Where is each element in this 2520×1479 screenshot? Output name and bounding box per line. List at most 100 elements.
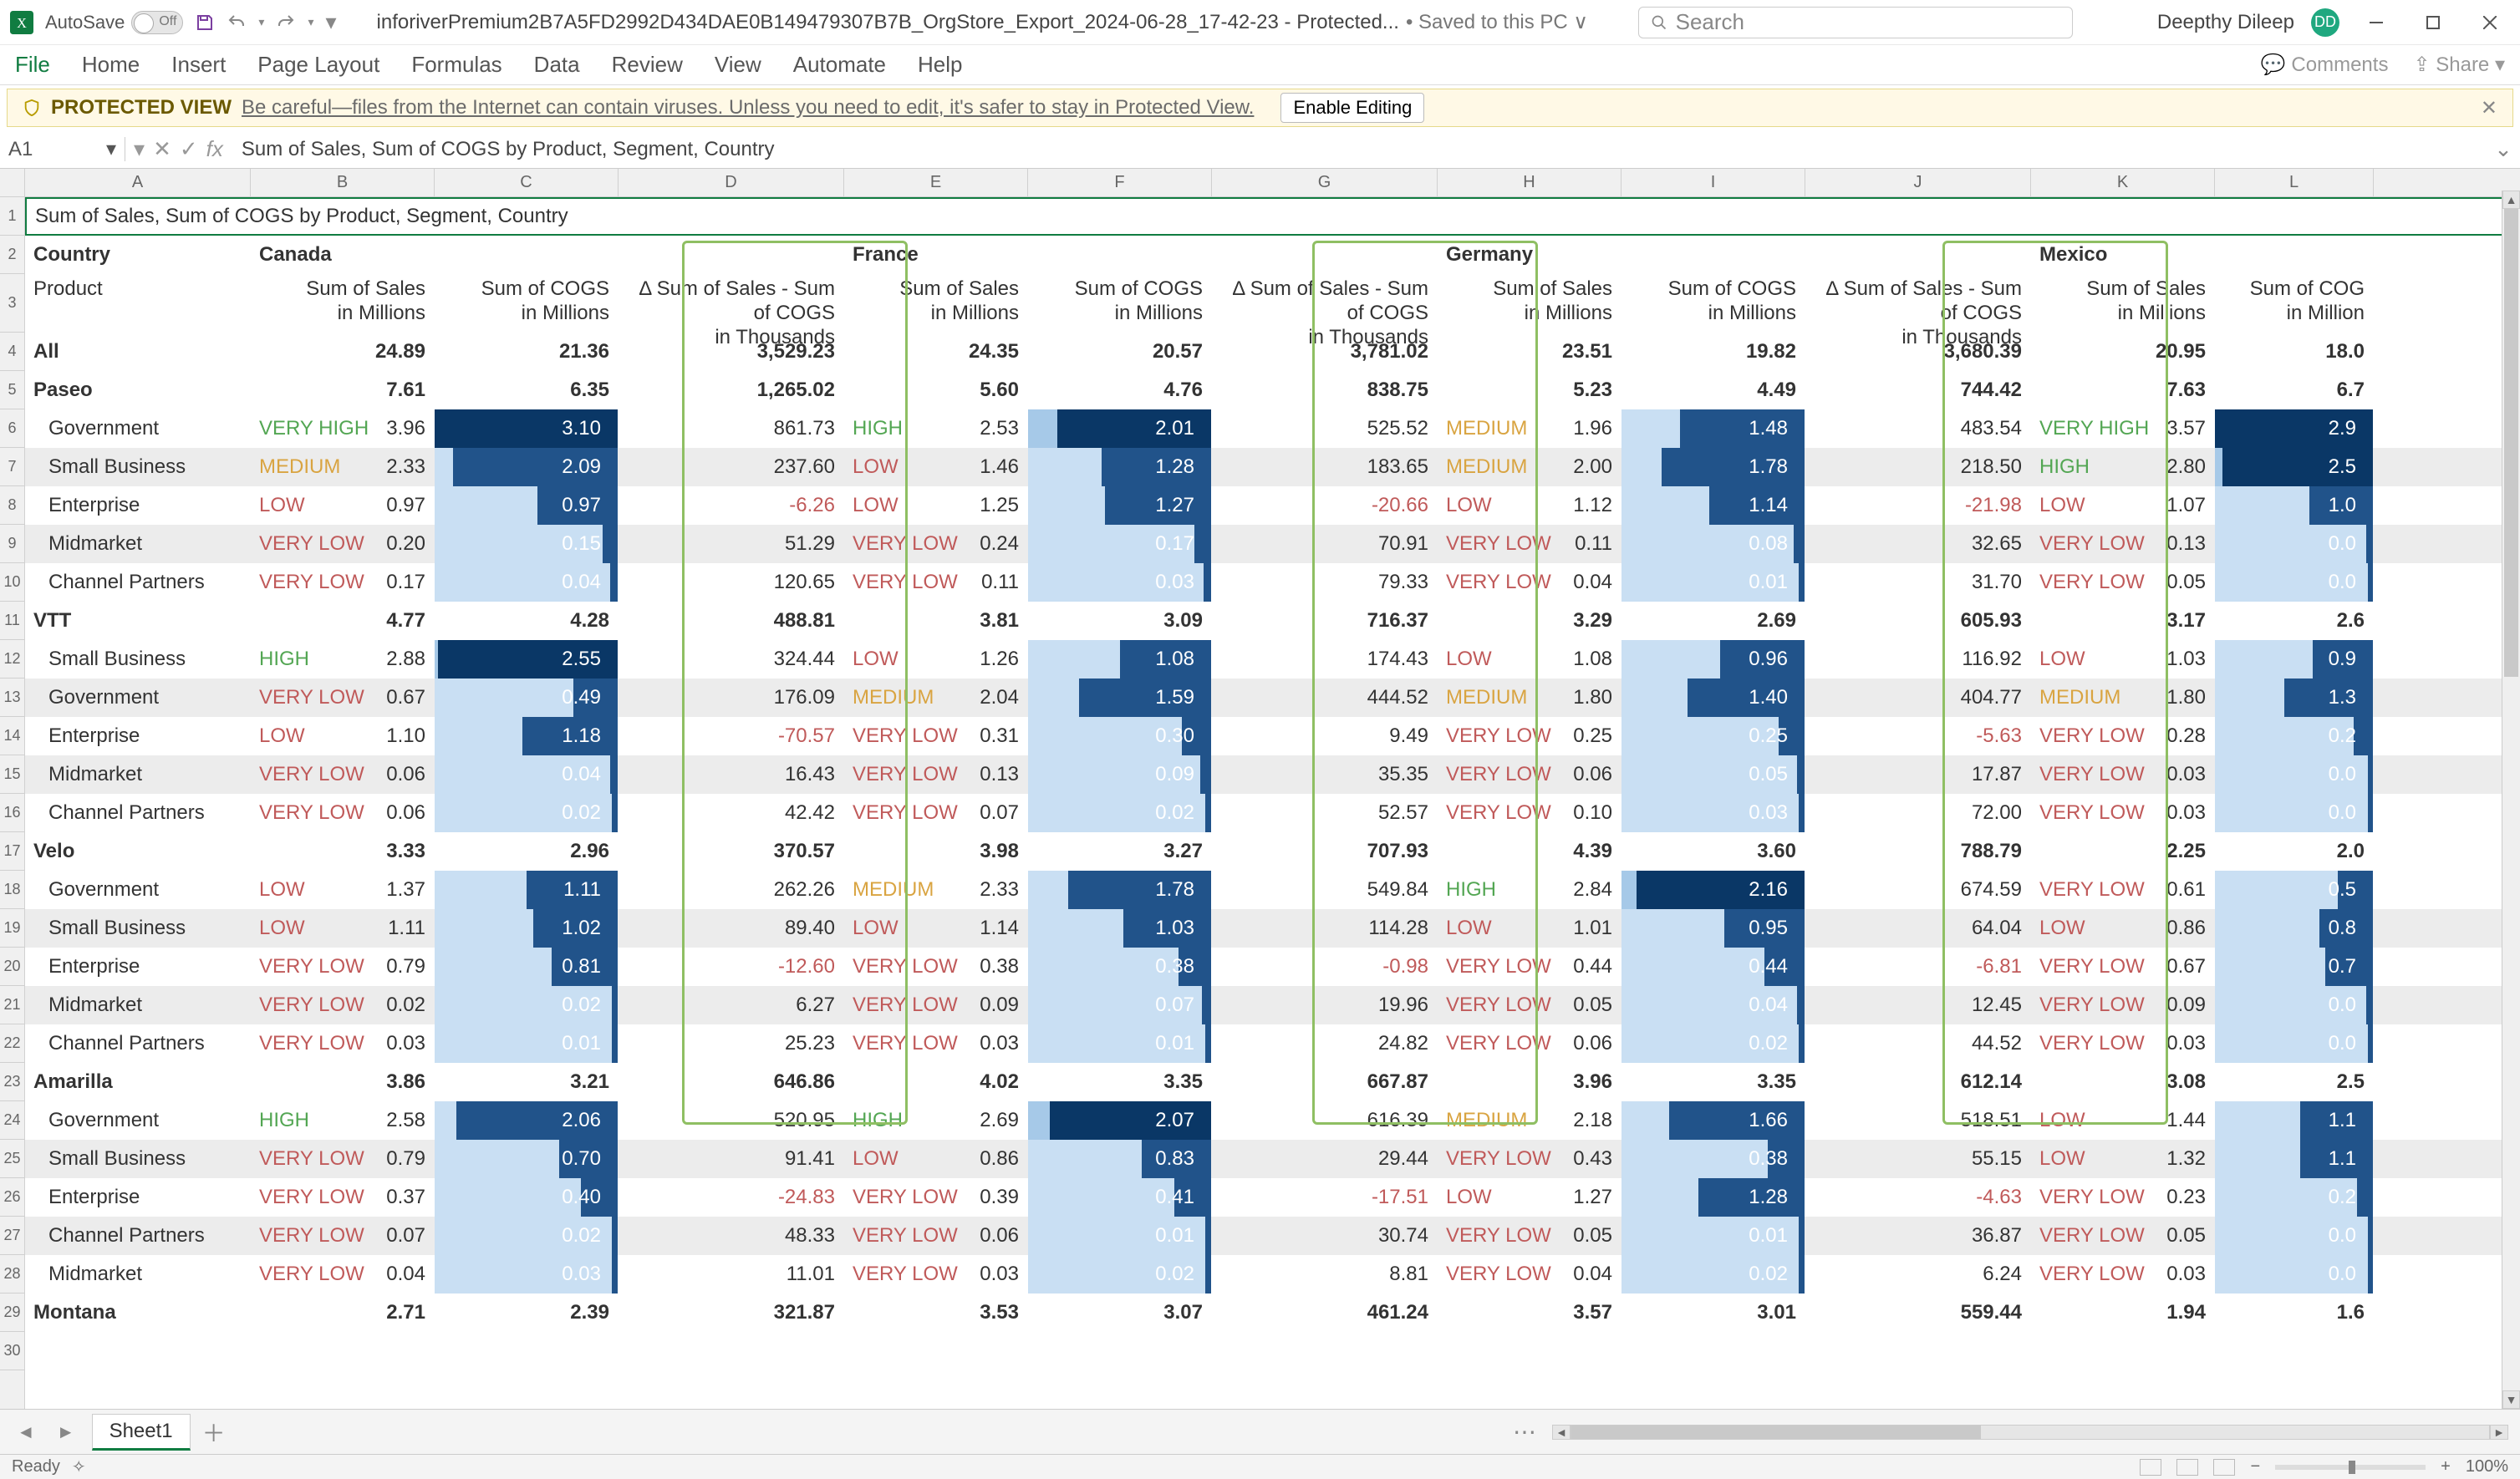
col-header-F[interactable]: F [1028,169,1212,196]
user-name[interactable]: Deepthy Dileep [2157,11,2294,34]
cell[interactable]: 2.25 [2031,832,2215,871]
cell[interactable]: VERY LOW0.03 [2031,794,2215,832]
bar-cell[interactable]: 0.25 [1621,717,1805,755]
bar-cell[interactable]: 0.04 [1621,986,1805,1024]
cell[interactable]: 3.98 [844,832,1028,871]
cell[interactable]: VERY LOW0.05 [2031,563,2215,602]
cell[interactable]: VERY LOW0.25 [1438,717,1621,755]
cell[interactable] [2215,236,2374,274]
row-header-20[interactable]: 20 [0,948,24,986]
autosave-toggle[interactable]: AutoSave [45,11,183,34]
sheet-tab-1[interactable]: Sheet1 [92,1414,191,1451]
cell[interactable]: Paseo [25,371,251,409]
bar-cell[interactable]: 0.49 [435,679,619,717]
cell[interactable]: VERY LOW0.13 [2031,525,2215,563]
cell[interactable]: 3.08 [2031,1063,2215,1101]
row-header-24[interactable]: 24 [0,1101,24,1140]
cell[interactable]: VERY LOW0.39 [844,1178,1028,1217]
bar-cell[interactable]: 0.9 [2215,640,2374,679]
cell[interactable]: LOW0.97 [251,486,435,525]
row-header-11[interactable]: 11 [0,602,24,640]
minimize-button[interactable] [2356,6,2396,39]
cell[interactable]: -4.63 [1805,1178,2031,1217]
cell[interactable]: MEDIUM2.18 [1438,1101,1621,1140]
cell[interactable]: 324.44 [619,640,844,679]
cell[interactable]: VERY LOW0.09 [2031,986,2215,1024]
cell[interactable]: -6.81 [1805,948,2031,986]
bar-cell[interactable]: 0.01 [1621,563,1805,602]
cell[interactable]: 8.81 [1212,1255,1438,1293]
qat-customize-icon[interactable]: ▾ [325,9,336,35]
cell[interactable]: 1.6 [2215,1293,2374,1332]
bar-cell[interactable]: 0.01 [435,1024,619,1063]
cell[interactable]: Small Business [25,640,251,679]
cell[interactable]: LOW1.01 [1438,909,1621,948]
cell[interactable]: 3.35 [1028,1063,1212,1101]
sheet-nav-prev[interactable]: ◄ [12,1421,40,1443]
bar-cell[interactable]: 0.81 [435,948,619,986]
cell[interactable]: 51.29 [619,525,844,563]
cell[interactable]: Enterprise [25,948,251,986]
bar-cell[interactable]: 0.02 [435,794,619,832]
cell[interactable]: VERY LOW0.06 [1438,1024,1621,1063]
horizontal-scrollbar[interactable] [1571,1425,2490,1440]
cell[interactable]: 174.43 [1212,640,1438,679]
cancel-formula-icon[interactable]: ✕ [153,136,171,162]
cell[interactable]: Midmarket [25,755,251,794]
cell[interactable]: -21.98 [1805,486,2031,525]
cell[interactable]: 48.33 [619,1217,844,1255]
cell[interactable]: 616.39 [1212,1101,1438,1140]
cell[interactable]: LOW1.46 [844,448,1028,486]
cell[interactable]: France [844,236,1028,274]
bar-cell[interactable]: 1.0 [2215,486,2374,525]
cell[interactable]: 89.40 [619,909,844,948]
cell[interactable]: 44.52 [1805,1024,2031,1063]
bar-cell[interactable]: 0.02 [1621,1024,1805,1063]
cell[interactable]: VERY LOW0.79 [251,948,435,986]
cell[interactable]: 11.01 [619,1255,844,1293]
cell[interactable]: 32.65 [1805,525,2031,563]
tab-help[interactable]: Help [918,47,962,83]
cell[interactable]: 716.37 [1212,602,1438,640]
bar-cell[interactable]: 1.14 [1621,486,1805,525]
bar-cell[interactable]: 1.27 [1028,486,1212,525]
cell[interactable]: Channel Partners [25,794,251,832]
protected-view-msg[interactable]: Be careful—files from the Internet can c… [242,96,1254,119]
cell[interactable]: MEDIUM2.33 [251,448,435,486]
cell[interactable]: VERY LOW0.07 [844,794,1028,832]
cell[interactable]: 3.09 [1028,602,1212,640]
hscroll-left-icon[interactable]: ◄ [1552,1425,1571,1440]
cell[interactable]: VERY LOW0.03 [844,1024,1028,1063]
col-header-C[interactable]: C [435,169,619,196]
cell[interactable]: 4.39 [1438,832,1621,871]
cell[interactable]: 262.26 [619,871,844,909]
bar-cell[interactable]: 0.15 [435,525,619,563]
cell[interactable]: -12.60 [619,948,844,986]
bar-cell[interactable]: 1.03 [1028,909,1212,948]
cell[interactable]: Government [25,871,251,909]
cell[interactable]: 4.28 [435,602,619,640]
zoom-in-icon[interactable]: + [2441,1457,2451,1476]
cell[interactable]: MEDIUM2.33 [844,871,1028,909]
cell[interactable]: LOW1.25 [844,486,1028,525]
accessibility-icon[interactable]: ✧ [72,1456,86,1477]
cell[interactable]: LOW0.86 [844,1140,1028,1178]
row-header-14[interactable]: 14 [0,717,24,755]
cell[interactable]: VERY LOW0.03 [844,1255,1028,1293]
cell[interactable]: 3,781.02 [1212,333,1438,371]
autosave-pill-icon[interactable] [131,11,183,34]
cell[interactable]: 70.91 [1212,525,1438,563]
cell[interactable]: VERY LOW0.37 [251,1178,435,1217]
cell[interactable]: 17.87 [1805,755,2031,794]
bar-cell[interactable]: 0.03 [1621,794,1805,832]
cell[interactable]: 19.96 [1212,986,1438,1024]
cell[interactable]: -20.66 [1212,486,1438,525]
cell[interactable]: LOW0.86 [2031,909,2215,948]
cell[interactable]: VERY LOW0.05 [1438,986,1621,1024]
cell[interactable]: MEDIUM1.80 [2031,679,2215,717]
close-protected-bar[interactable]: ✕ [2481,96,2497,120]
cell[interactable]: 646.86 [619,1063,844,1101]
bar-cell[interactable]: 3.10 [435,409,619,448]
cell[interactable]: 25.23 [619,1024,844,1063]
cell[interactable]: VERY LOW0.67 [251,679,435,717]
